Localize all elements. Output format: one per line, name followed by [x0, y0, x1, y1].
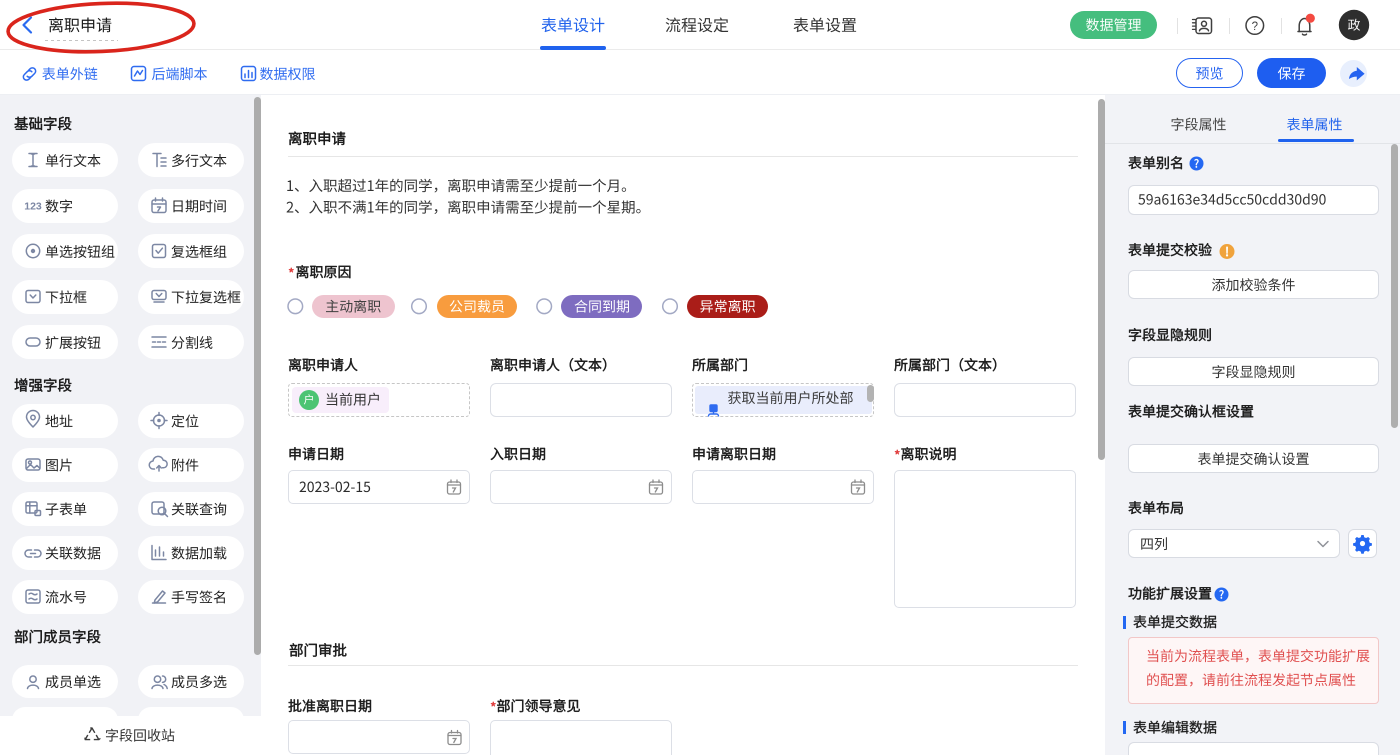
svg-text:?: ?	[1252, 21, 1258, 33]
svg-text:123: 123	[24, 201, 42, 213]
